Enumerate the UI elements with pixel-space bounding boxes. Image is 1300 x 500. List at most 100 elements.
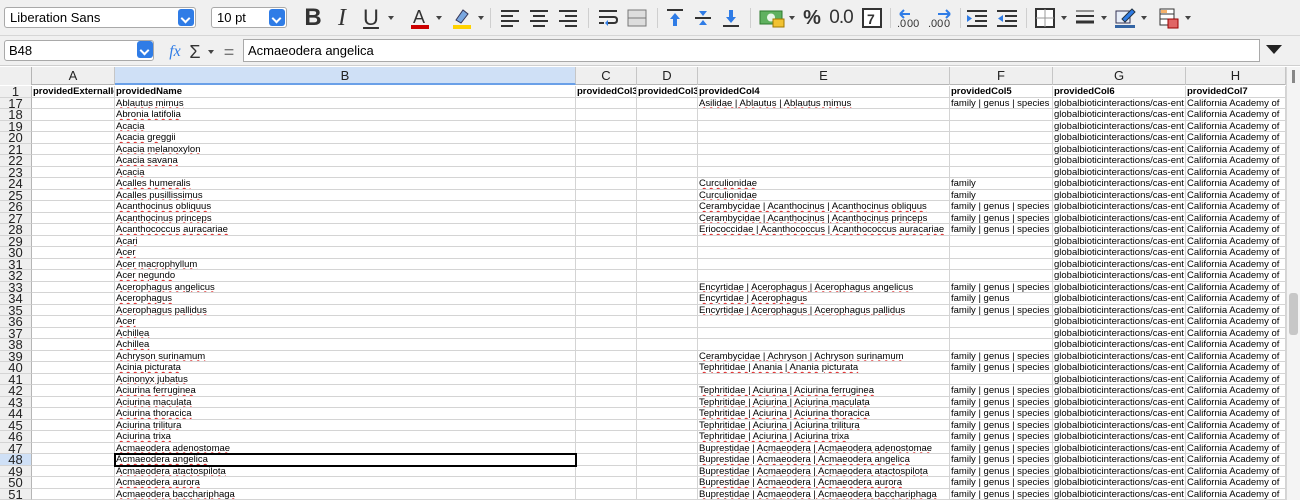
cell-c[interactable] bbox=[576, 488, 637, 500]
cell-e[interactable]: Buprestidae | Acmaeodera | Acmaeodera at… bbox=[698, 465, 950, 477]
row-header-33[interactable]: 33 bbox=[0, 281, 32, 293]
cell-e[interactable] bbox=[698, 120, 950, 132]
cell-c[interactable] bbox=[576, 212, 637, 224]
cell-a[interactable] bbox=[32, 304, 115, 316]
cell-b[interactable]: Acmaeodera atactospilota bbox=[115, 465, 576, 477]
cell-c[interactable] bbox=[576, 97, 637, 109]
cell-c[interactable] bbox=[576, 339, 637, 351]
cell-f[interactable]: providedCol5 bbox=[950, 86, 1053, 98]
cell-d[interactable] bbox=[637, 431, 698, 443]
cell-d[interactable] bbox=[637, 408, 698, 420]
cell-c[interactable] bbox=[576, 327, 637, 339]
highlight-dropdown-icon[interactable] bbox=[478, 16, 484, 20]
number-format-icon[interactable]: 0.0 bbox=[828, 6, 854, 30]
cell-h[interactable]: California Academy of bbox=[1186, 109, 1286, 121]
cell-b[interactable]: Aciurina ferruginea bbox=[115, 385, 576, 397]
cell-g[interactable]: globalbioticinteractions/cas-ent bbox=[1053, 281, 1186, 293]
cell-d[interactable] bbox=[637, 339, 698, 351]
cell-c[interactable] bbox=[576, 408, 637, 420]
cell-c[interactable] bbox=[576, 304, 637, 316]
cell-d[interactable] bbox=[637, 293, 698, 305]
cell-h[interactable]: California Academy of bbox=[1186, 396, 1286, 408]
cell-g[interactable]: globalbioticinteractions/cas-ent bbox=[1053, 385, 1186, 397]
cell-b[interactable]: Achillea bbox=[115, 327, 576, 339]
cell-f[interactable] bbox=[950, 373, 1053, 385]
name-box-dropdown-icon[interactable] bbox=[137, 41, 153, 58]
cell-h[interactable]: California Academy of bbox=[1186, 258, 1286, 270]
font-size-dropdown-icon[interactable] bbox=[269, 9, 285, 26]
highlight-color-icon[interactable] bbox=[448, 6, 476, 30]
cell-a[interactable] bbox=[32, 120, 115, 132]
cell-c[interactable] bbox=[576, 258, 637, 270]
cell-c[interactable] bbox=[576, 143, 637, 155]
cell-f[interactable]: family | genus | species bbox=[950, 385, 1053, 397]
cell-h[interactable]: California Academy of bbox=[1186, 235, 1286, 247]
cell-d[interactable] bbox=[637, 488, 698, 500]
expand-formula-icon[interactable] bbox=[1266, 45, 1282, 54]
cell-e[interactable]: Curculionidae bbox=[698, 189, 950, 201]
cell-f[interactable]: family | genus | species bbox=[950, 396, 1053, 408]
cell-a[interactable] bbox=[32, 270, 115, 282]
cell-e[interactable]: Asilidae | Ablautus | Ablautus mimus bbox=[698, 97, 950, 109]
row-header-26[interactable]: 26 bbox=[0, 201, 32, 213]
font-size-combo[interactable]: 10 pt bbox=[211, 7, 287, 28]
cell-e[interactable] bbox=[698, 316, 950, 328]
row-header-41[interactable]: 41 bbox=[0, 373, 32, 385]
cell-e[interactable] bbox=[698, 166, 950, 178]
cell-a[interactable] bbox=[32, 339, 115, 351]
underline-dropdown-icon[interactable] bbox=[388, 16, 394, 20]
row-header-37[interactable]: 37 bbox=[0, 327, 32, 339]
cell-h[interactable]: California Academy of bbox=[1186, 316, 1286, 328]
row-header-51[interactable]: 51 bbox=[0, 488, 32, 500]
cell-h[interactable]: California Academy of bbox=[1186, 155, 1286, 167]
border-style-dropdown-icon[interactable] bbox=[1101, 16, 1107, 20]
cell-c[interactable] bbox=[576, 120, 637, 132]
cell-f[interactable]: family | genus | species bbox=[950, 442, 1053, 454]
cell-f[interactable] bbox=[950, 132, 1053, 144]
split-handle[interactable] bbox=[1292, 70, 1295, 83]
cell-f[interactable]: family | genus | species bbox=[950, 362, 1053, 374]
cell-c[interactable] bbox=[576, 293, 637, 305]
cell-c[interactable] bbox=[576, 396, 637, 408]
cell-b[interactable]: Ablautus mimus bbox=[115, 97, 576, 109]
cell-a[interactable] bbox=[32, 396, 115, 408]
cell-f[interactable] bbox=[950, 109, 1053, 121]
cell-d[interactable] bbox=[637, 350, 698, 362]
cell-b[interactable]: Aciurina trixa bbox=[115, 431, 576, 443]
cell-e[interactable]: Encyrtidae | Acerophagus bbox=[698, 293, 950, 305]
italic-icon[interactable]: I bbox=[330, 5, 354, 31]
cell-a[interactable] bbox=[32, 293, 115, 305]
align-center-icon[interactable] bbox=[527, 6, 551, 30]
cell-d[interactable] bbox=[637, 212, 698, 224]
cell-b[interactable]: Acacia savana bbox=[115, 155, 576, 167]
cell-b[interactable]: Acer bbox=[115, 316, 576, 328]
cell-h[interactable]: California Academy of bbox=[1186, 350, 1286, 362]
select-all-corner[interactable] bbox=[0, 67, 32, 85]
cell-d[interactable] bbox=[637, 442, 698, 454]
cell-b[interactable]: Acmaeodera bacchariphaga bbox=[115, 488, 576, 500]
cell-a[interactable] bbox=[32, 385, 115, 397]
cell-c[interactable] bbox=[576, 431, 637, 443]
cell-d[interactable] bbox=[637, 201, 698, 213]
cell-a[interactable] bbox=[32, 258, 115, 270]
cell-d[interactable] bbox=[637, 155, 698, 167]
cell-a[interactable] bbox=[32, 442, 115, 454]
cell-a[interactable] bbox=[32, 247, 115, 259]
row-header-50[interactable]: 50 bbox=[0, 477, 32, 489]
cell-b[interactable]: Acer negundo bbox=[115, 270, 576, 282]
decrease-indent-icon[interactable] bbox=[994, 6, 1020, 30]
cell-b[interactable]: Abronia latifolia bbox=[115, 109, 576, 121]
cell-f[interactable] bbox=[950, 166, 1053, 178]
cell-f[interactable] bbox=[950, 120, 1053, 132]
vertical-scrollbar[interactable] bbox=[1286, 67, 1300, 500]
cell-c[interactable] bbox=[576, 178, 637, 190]
cell-g[interactable]: globalbioticinteractions/cas-ent bbox=[1053, 201, 1186, 213]
cell-f[interactable] bbox=[950, 339, 1053, 351]
cell-f[interactable]: family | genus bbox=[950, 293, 1053, 305]
cell-e[interactable] bbox=[698, 132, 950, 144]
cell-d[interactable] bbox=[637, 97, 698, 109]
align-bottom-icon[interactable] bbox=[720, 6, 742, 30]
cell-g[interactable]: globalbioticinteractions/cas-ent bbox=[1053, 442, 1186, 454]
row-header-46[interactable]: 46 bbox=[0, 431, 32, 443]
cell-h[interactable]: California Academy of bbox=[1186, 465, 1286, 477]
